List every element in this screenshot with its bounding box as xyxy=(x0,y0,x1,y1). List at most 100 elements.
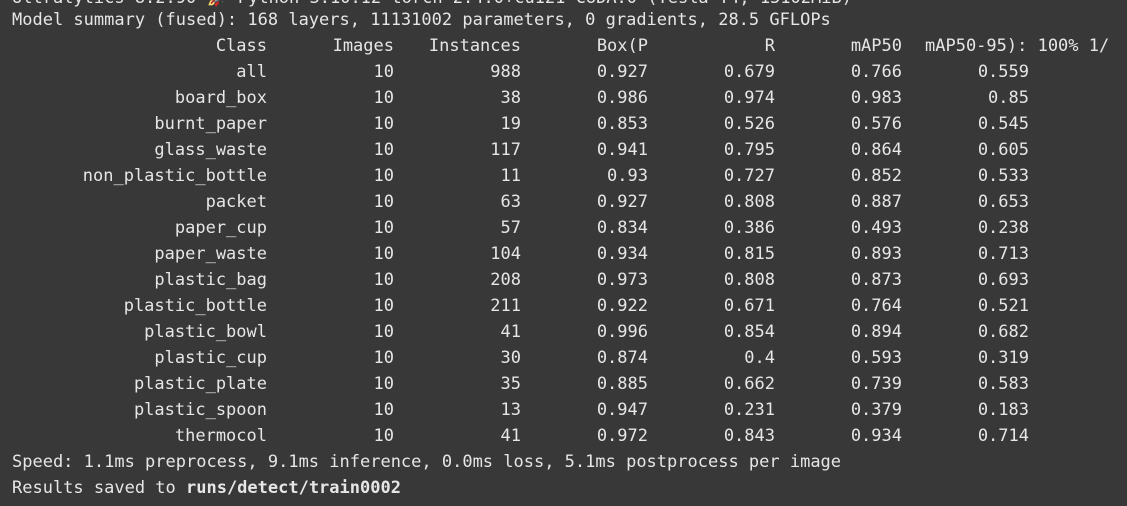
table-row: plastic_cup 10 30 0.874 0.4 0.593 0.319 xyxy=(0,345,1127,371)
row-map50: 0.764 xyxy=(850,296,902,316)
table-row: packet 10 63 0.927 0.808 0.887 0.653 xyxy=(0,189,1127,215)
row-box-p: 0.947 xyxy=(596,400,648,420)
row-box-p: 0.93 xyxy=(607,166,648,186)
metrics-header: Class Images Instances Box(P R mAP50 mAP… xyxy=(0,33,1127,59)
row-instances: 208 xyxy=(490,270,521,290)
row-instances: 57 xyxy=(500,218,521,238)
row-instances: 35 xyxy=(500,374,521,394)
row-map50: 0.893 xyxy=(850,244,902,264)
table-row: plastic_bowl 10 41 0.996 0.854 0.894 0.682 xyxy=(0,319,1127,345)
header-instances: Instances xyxy=(428,36,521,56)
row-r: 0.854 xyxy=(723,322,775,342)
row-images: 10 xyxy=(373,244,394,264)
row-class: all xyxy=(236,62,267,82)
row-map50: 0.593 xyxy=(850,348,902,368)
row-r: 0.662 xyxy=(723,374,775,394)
row-box-p: 0.834 xyxy=(596,218,648,238)
row-r: 0.795 xyxy=(723,140,775,160)
results-saved-path: runs/detect/train0002 xyxy=(186,478,401,498)
row-box-p: 0.986 xyxy=(596,88,648,108)
row-map50: 0.934 xyxy=(850,426,902,446)
header-box-p: Box(P xyxy=(596,36,648,56)
table-row: thermocol 10 41 0.972 0.843 0.934 0.714 xyxy=(0,423,1127,449)
row-instances: 211 xyxy=(490,296,521,316)
row-images: 10 xyxy=(373,374,394,394)
row-map50-95: 0.605 xyxy=(977,140,1029,160)
row-box-p: 0.885 xyxy=(596,374,648,394)
row-map50-95: 0.693 xyxy=(977,270,1029,290)
row-class: packet xyxy=(205,192,267,212)
row-class: plastic_cup xyxy=(154,348,267,368)
row-box-p: 0.927 xyxy=(596,192,648,212)
row-r: 0.679 xyxy=(723,62,775,82)
row-r: 0.843 xyxy=(723,426,775,446)
model-summary-line: Model summary (fused): 168 layers, 11131… xyxy=(12,10,831,30)
row-box-p: 0.934 xyxy=(596,244,648,264)
row-map50-95: 0.533 xyxy=(977,166,1029,186)
row-class: glass_waste xyxy=(154,140,267,160)
row-class: plastic_spoon xyxy=(133,400,267,420)
row-box-p: 0.927 xyxy=(596,62,648,82)
row-r: 0.974 xyxy=(723,88,775,108)
row-class: plastic_bowl xyxy=(144,322,267,342)
row-instances: 41 xyxy=(500,426,521,446)
row-map50: 0.379 xyxy=(850,400,902,420)
header-map50: mAP50 xyxy=(850,36,902,56)
row-images: 10 xyxy=(373,62,394,82)
row-map50: 0.493 xyxy=(850,218,902,238)
row-images: 10 xyxy=(373,296,394,316)
row-r: 0.815 xyxy=(723,244,775,264)
row-r: 0.386 xyxy=(723,218,775,238)
table-row: board_box 10 38 0.986 0.974 0.983 0.85 xyxy=(0,85,1127,111)
row-r: 0.4 xyxy=(744,348,775,368)
row-box-p: 0.853 xyxy=(596,114,648,134)
row-images: 10 xyxy=(373,400,394,420)
metrics-table: all 10 988 0.927 0.679 0.766 0.559 board_box 10 3… xyxy=(0,59,1127,449)
row-r: 0.671 xyxy=(723,296,775,316)
row-map50: 0.873 xyxy=(850,270,902,290)
row-instances: 19 xyxy=(500,114,521,134)
row-r: 0.231 xyxy=(723,400,775,420)
table-row: non_plastic_bottle 10 11 0.93 0.727 0.852 0.53… xyxy=(0,163,1127,189)
results-saved-prefix: Results saved to xyxy=(12,478,186,498)
speed-line: Speed: 1.1ms preprocess, 9.1ms inference… xyxy=(12,452,842,472)
row-instances: 104 xyxy=(490,244,521,264)
row-instances: 41 xyxy=(500,322,521,342)
row-instances: 988 xyxy=(490,62,521,82)
row-map50-95: 0.653 xyxy=(977,192,1029,212)
row-images: 10 xyxy=(373,166,394,186)
row-map50-95: 0.682 xyxy=(977,322,1029,342)
table-row: all 10 988 0.927 0.679 0.766 0.559 xyxy=(0,59,1127,85)
table-row: plastic_spoon 10 13 0.947 0.231 0.379 0.183 xyxy=(0,397,1127,423)
table-row: burnt_paper 10 19 0.853 0.526 0.576 0.545 xyxy=(0,111,1127,137)
row-map50-95: 0.559 xyxy=(977,62,1029,82)
row-r: 0.808 xyxy=(723,192,775,212)
row-map50: 0.576 xyxy=(850,114,902,134)
row-r: 0.808 xyxy=(723,270,775,290)
row-map50-95: 0.183 xyxy=(977,400,1029,420)
table-row: plastic_plate 10 35 0.885 0.662 0.739 0.583 xyxy=(0,371,1127,397)
terminal-output: Ultralytics 8.2.90 🚀 Python-3.10.12 torc… xyxy=(0,0,1127,506)
row-box-p: 0.922 xyxy=(596,296,648,316)
row-class: non_plastic_bottle xyxy=(82,166,267,186)
header-map50-95: mAP50-95): 100% 1/ xyxy=(925,36,1110,56)
row-class: plastic_bag xyxy=(154,270,267,290)
row-map50: 0.852 xyxy=(850,166,902,186)
row-instances: 30 xyxy=(500,348,521,368)
header-r: R xyxy=(764,36,775,56)
row-images: 10 xyxy=(373,192,394,212)
row-instances: 38 xyxy=(500,88,521,108)
table-row: plastic_bottle 10 211 0.922 0.671 0.764 0.521 xyxy=(0,293,1127,319)
table-row: paper_cup 10 57 0.834 0.386 0.493 0.238 xyxy=(0,215,1127,241)
row-images: 10 xyxy=(373,270,394,290)
row-images: 10 xyxy=(373,88,394,108)
row-class: burnt_paper xyxy=(154,114,267,134)
row-instances: 11 xyxy=(500,166,521,186)
row-box-p: 0.972 xyxy=(596,426,648,446)
row-instances: 13 xyxy=(500,400,521,420)
row-map50-95: 0.85 xyxy=(988,88,1029,108)
row-r: 0.727 xyxy=(723,166,775,186)
row-map50-95: 0.319 xyxy=(977,348,1029,368)
row-images: 10 xyxy=(373,322,394,342)
table-row: plastic_bag 10 208 0.973 0.808 0.873 0.693 xyxy=(0,267,1127,293)
